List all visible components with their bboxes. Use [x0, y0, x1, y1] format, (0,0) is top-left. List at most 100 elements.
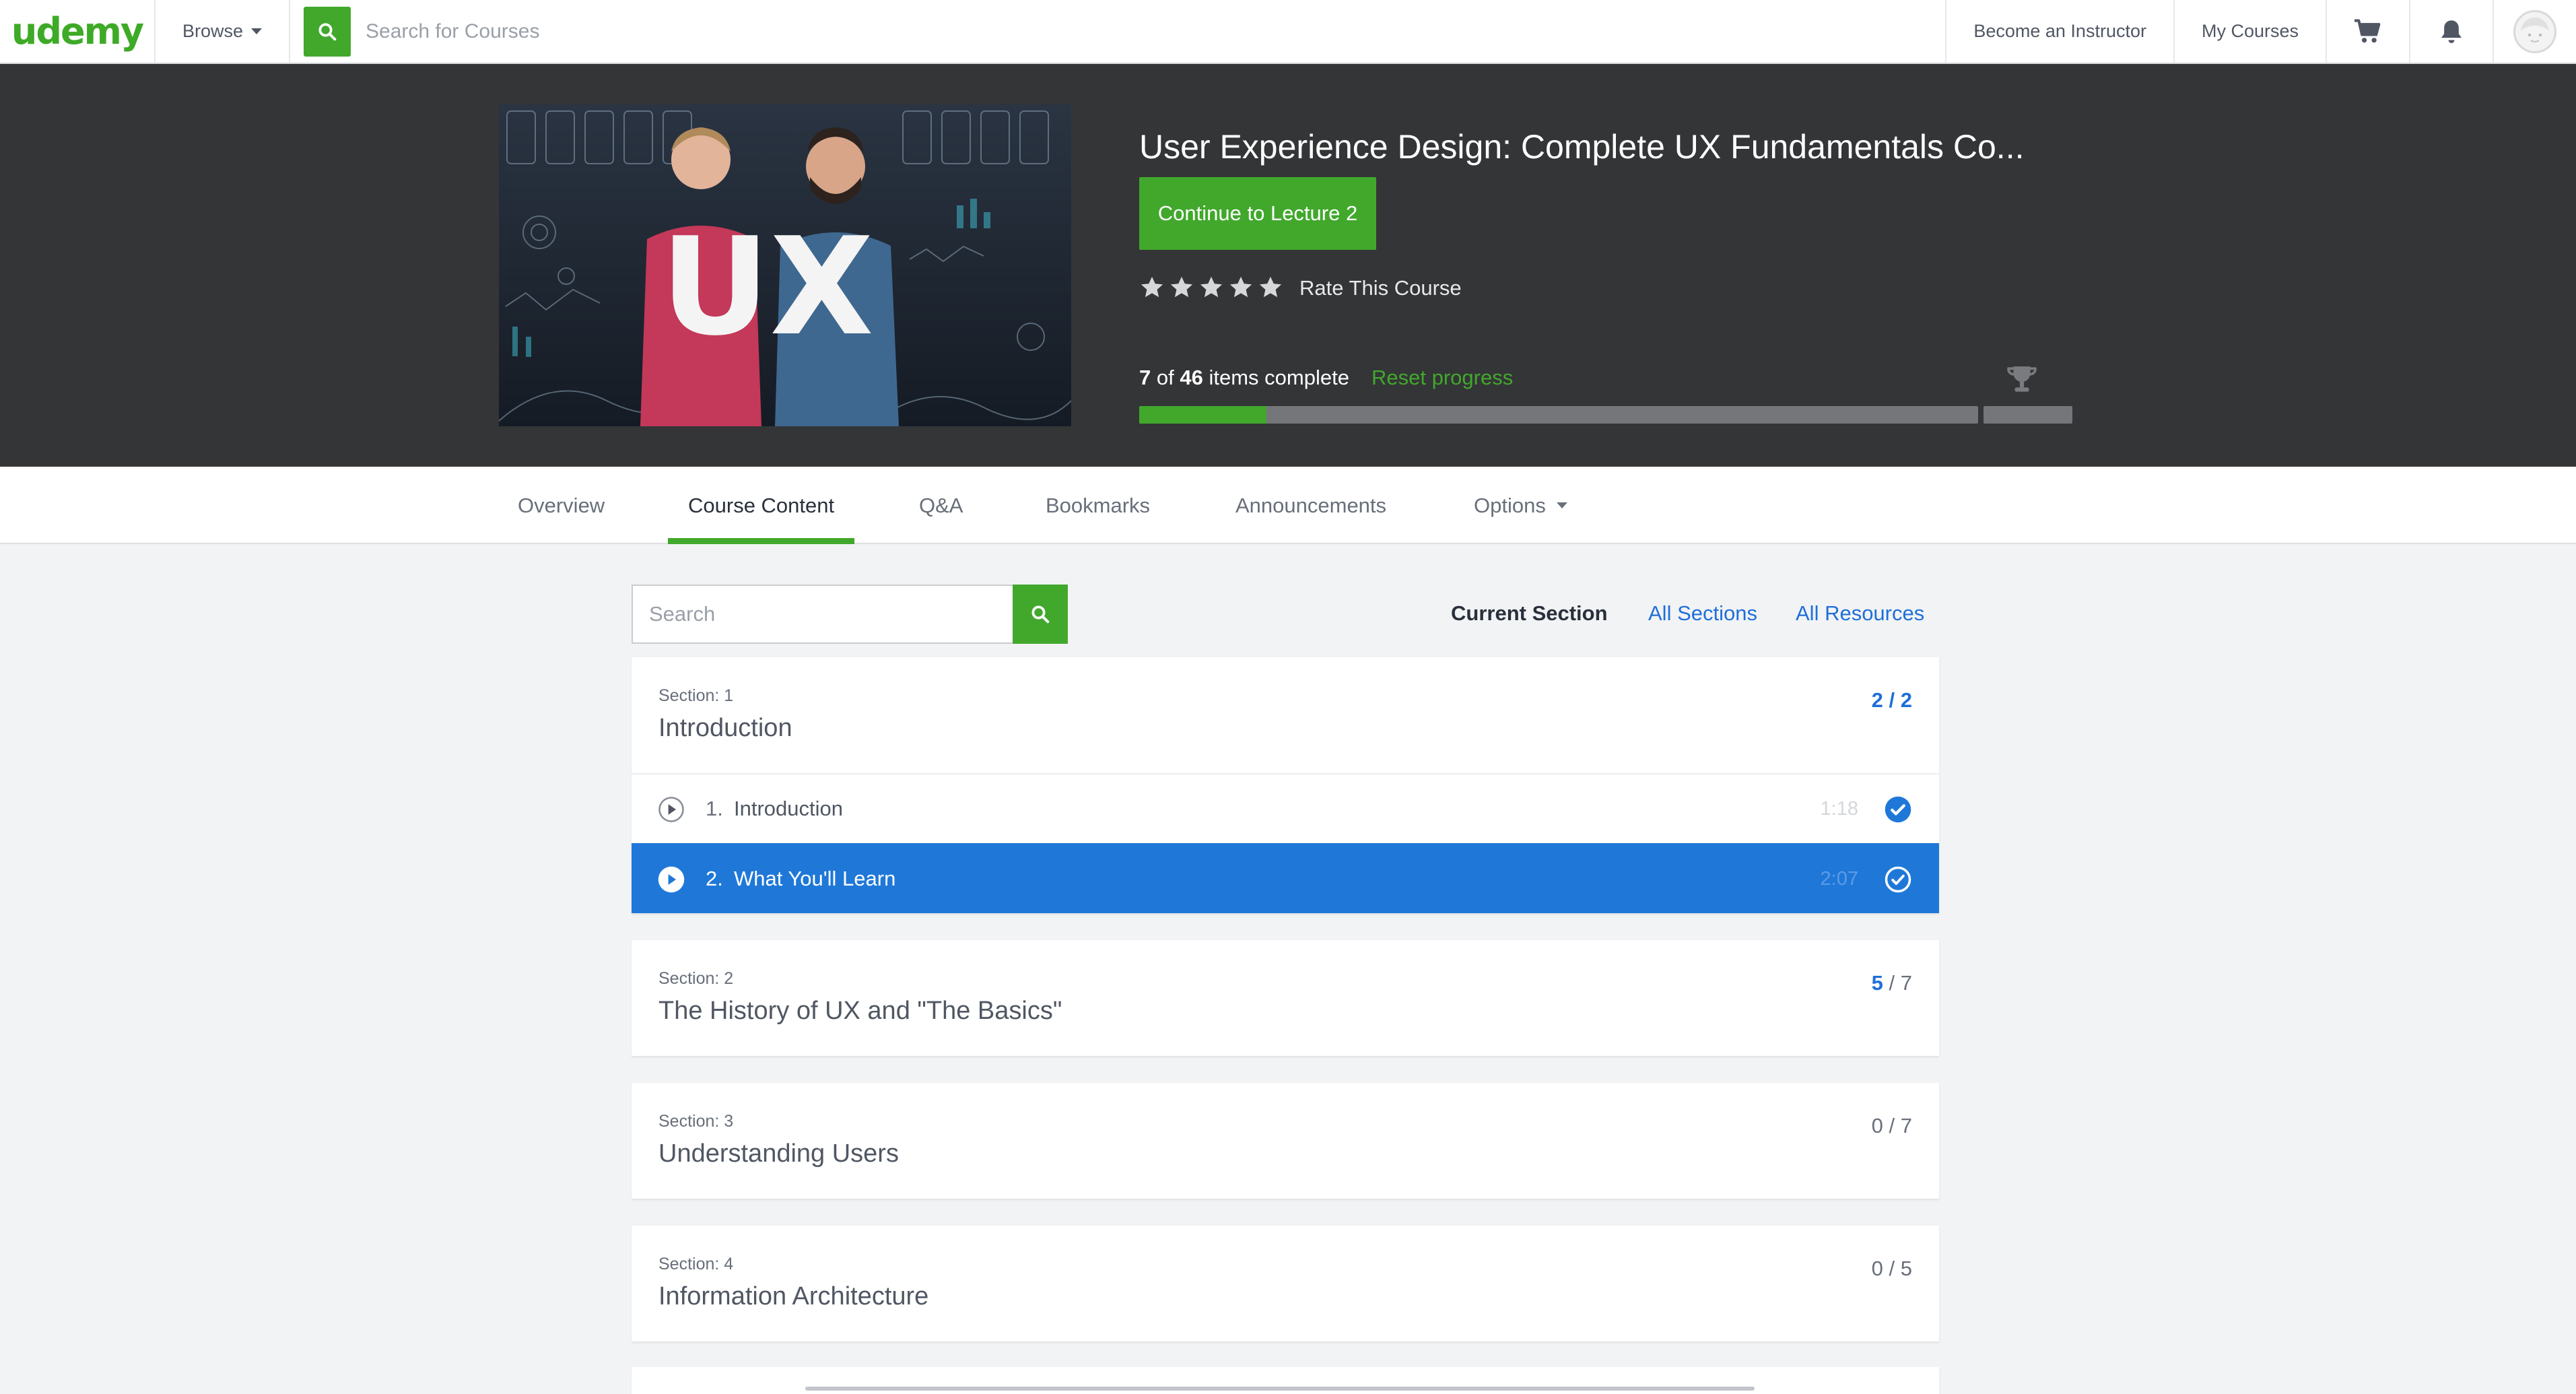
- progress-suffix: items complete: [1209, 366, 1349, 389]
- cart-button[interactable]: [2326, 0, 2409, 63]
- search-icon: [318, 23, 337, 40]
- section-total-count: 5: [1900, 1257, 1912, 1280]
- progress-bar-end-segment: [1984, 406, 2072, 424]
- avatar: [2513, 9, 2556, 53]
- caret-down-icon: [1556, 502, 1567, 508]
- section-number: Section: 2: [658, 969, 734, 988]
- scroll-indicator: [805, 1387, 1755, 1391]
- filter-all-sections[interactable]: All Sections: [1648, 601, 1757, 626]
- course-header: UX User Experience Design: Complete UX F…: [0, 64, 2576, 467]
- section-progress-count: 5 / 7: [1871, 971, 1912, 995]
- section-card: Section: 1 Introduction 2 / 2 1. Introdu…: [632, 657, 1939, 913]
- bell-icon: [2441, 20, 2462, 43]
- tab-qa[interactable]: Q&A: [919, 467, 963, 544]
- content-search: [632, 585, 1068, 644]
- section-title: Introduction: [658, 714, 792, 742]
- lecture-number: 1.: [706, 797, 723, 820]
- completed-check-icon[interactable]: [1884, 795, 1912, 824]
- progress-of: of: [1156, 366, 1174, 389]
- reset-progress-link[interactable]: Reset progress: [1371, 366, 1513, 390]
- course-thumbnail-image: UX: [499, 104, 1071, 426]
- section-header[interactable]: Section: 3 Understanding Users 0 / 7: [632, 1083, 1939, 1199]
- search-button[interactable]: [304, 6, 351, 57]
- lecture-duration: 1:18: [1820, 797, 1858, 820]
- trophy-icon: [2007, 366, 2037, 392]
- section-card-partial[interactable]: [632, 1367, 1939, 1394]
- browse-menu-button[interactable]: Browse: [156, 0, 290, 63]
- section-number: Section: 3: [658, 1112, 734, 1131]
- content-search-button[interactable]: [1013, 585, 1068, 644]
- section-card[interactable]: Section: 4 Information Architecture 0 / …: [632, 1226, 1939, 1341]
- course-search: [290, 0, 1945, 63]
- lecture-duration: 2:07: [1820, 867, 1858, 890]
- tab-announcements[interactable]: Announcements: [1235, 467, 1386, 544]
- section-done-count: 0: [1871, 1257, 1883, 1280]
- section-card[interactable]: Section: 2 The History of UX and "The Ba…: [632, 940, 1939, 1056]
- thumbnail-letters: UX: [660, 209, 874, 366]
- tab-overview[interactable]: Overview: [518, 467, 605, 544]
- course-tabs: Overview Course Content Q&A Bookmarks An…: [0, 467, 2576, 544]
- lecture-row[interactable]: 1. Introduction 1:18: [632, 773, 1939, 843]
- top-navigation-bar: udemy Browse Become an Instructor My Cou…: [0, 0, 2576, 64]
- browse-label: Browse: [182, 21, 244, 41]
- lecture-title: What You'll Learn: [734, 867, 896, 890]
- lecture-title: Introduction: [734, 797, 843, 820]
- tab-options[interactable]: Options: [1474, 467, 1567, 544]
- notifications-button[interactable]: [2409, 0, 2493, 63]
- progress-summary: 7 of 46 items complete: [1139, 366, 1349, 390]
- section-total-count: 7: [1900, 1114, 1912, 1137]
- section-title: The History of UX and "The Basics": [658, 997, 1062, 1025]
- avatar-face-icon: [2521, 17, 2549, 42]
- filter-all-resources[interactable]: All Resources: [1796, 601, 1924, 626]
- section-total-count: 7: [1900, 971, 1912, 995]
- section-done-count: 2: [1871, 688, 1883, 712]
- completed-check-icon[interactable]: [1884, 865, 1912, 894]
- become-instructor-link[interactable]: Become an Instructor: [1945, 0, 2173, 63]
- lecture-row-current[interactable]: 2. What You'll Learn 2:07: [632, 843, 1939, 913]
- caret-down-icon: [251, 28, 263, 34]
- tab-options-label: Options: [1474, 493, 1546, 517]
- content-search-input[interactable]: [633, 586, 1013, 642]
- section-total-count: 2: [1900, 688, 1912, 712]
- section-title: Understanding Users: [658, 1139, 899, 1168]
- section-card[interactable]: Section: 3 Understanding Users 0 / 7: [632, 1083, 1939, 1199]
- section-number: Section: 4: [658, 1255, 734, 1273]
- cart-icon: [2354, 19, 2381, 42]
- play-circle-icon: [658, 797, 684, 822]
- section-header[interactable]: Section: 4 Information Architecture 0 / …: [632, 1226, 1939, 1341]
- section-progress-count: 2 / 2: [1871, 688, 1912, 712]
- section-title: Information Architecture: [658, 1282, 929, 1310]
- continue-lecture-button[interactable]: Continue to Lecture 2: [1139, 177, 1376, 250]
- logo-text: udemy: [11, 10, 144, 53]
- lecture-number: 2.: [706, 867, 723, 890]
- rating-stars[interactable]: [1139, 275, 1283, 300]
- section-progress-count: 0 / 5: [1871, 1257, 1912, 1280]
- progress-bar: [1139, 406, 1978, 424]
- star-icon[interactable]: [1258, 275, 1283, 300]
- section-header[interactable]: Section: 1 Introduction 2 / 2: [632, 657, 1939, 773]
- certificate-trophy: [2005, 364, 2039, 401]
- search-icon: [1031, 605, 1050, 624]
- star-icon[interactable]: [1198, 275, 1224, 300]
- tab-course-content[interactable]: Course Content: [667, 467, 855, 544]
- rate-course-link[interactable]: Rate This Course: [1299, 276, 1462, 300]
- play-circle-icon: [658, 866, 685, 893]
- section-done-count: 5: [1871, 971, 1883, 995]
- star-icon[interactable]: [1139, 275, 1165, 300]
- progress-bar-fill: [1139, 406, 1267, 424]
- star-icon[interactable]: [1169, 275, 1194, 300]
- section-header[interactable]: Section: 2 The History of UX and "The Ba…: [632, 940, 1939, 1056]
- udemy-logo[interactable]: udemy: [0, 0, 156, 63]
- course-title: User Experience Design: Complete UX Fund…: [1139, 127, 2025, 166]
- course-search-input[interactable]: [364, 19, 903, 44]
- user-menu-button[interactable]: [2493, 0, 2576, 63]
- progress-completed: 7: [1139, 366, 1151, 389]
- filter-current-section[interactable]: Current Section: [1451, 601, 1608, 626]
- section-number: Section: 1: [658, 686, 734, 705]
- course-thumbnail[interactable]: UX: [499, 104, 1071, 426]
- star-icon[interactable]: [1228, 275, 1254, 300]
- progress-total: 46: [1180, 366, 1203, 389]
- tab-bookmarks[interactable]: Bookmarks: [1046, 467, 1150, 544]
- my-courses-link[interactable]: My Courses: [2173, 0, 2326, 63]
- section-done-count: 0: [1871, 1114, 1883, 1137]
